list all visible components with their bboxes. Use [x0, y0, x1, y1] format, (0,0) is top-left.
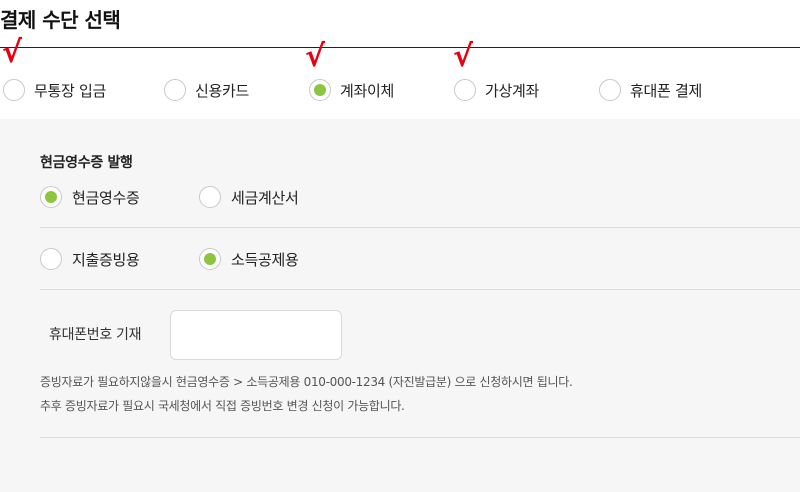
- annotation-check-mark: √: [305, 39, 326, 74]
- radio-expense-proof[interactable]: [40, 248, 62, 270]
- radio-mobile-payment[interactable]: [599, 79, 621, 101]
- radio-credit-card[interactable]: [164, 79, 186, 101]
- radio-label-credit-card[interactable]: 신용카드: [195, 80, 249, 101]
- annotation-check-mark: √: [2, 35, 23, 70]
- divider: [40, 227, 800, 228]
- radio-virtual-account[interactable]: [454, 79, 476, 101]
- radio-label-tax-invoice[interactable]: 세금계산서: [231, 187, 299, 208]
- radio-bank-deposit[interactable]: [3, 79, 25, 101]
- notice-text: 추후 증빙자료가 필요시 국세청에서 직접 증빙번호 변경 신청이 가능합니다.: [40, 399, 405, 413]
- title-divider: [0, 47, 800, 48]
- page-title: 결제 수단 선택: [0, 8, 121, 32]
- radio-label-account-transfer[interactable]: 계좌이체: [340, 80, 394, 101]
- radio-label-expense-proof[interactable]: 지출증빙용: [72, 249, 140, 270]
- radio-label-cash-receipt[interactable]: 현금영수증: [72, 187, 140, 208]
- radio-cash-receipt[interactable]: [40, 186, 62, 208]
- phone-number-label: 휴대폰번호 기재: [49, 327, 142, 343]
- radio-label-virtual-account[interactable]: 가상계좌: [485, 80, 539, 101]
- radio-label-mobile-payment[interactable]: 휴대폰 결제: [630, 80, 702, 101]
- annotation-check-mark: √: [453, 39, 474, 74]
- notice-text: 증빙자료가 필요하지않을시 현금영수증 > 소득공제용 010-000-1234…: [40, 375, 573, 389]
- radio-account-transfer[interactable]: [309, 79, 331, 101]
- divider: [40, 289, 800, 290]
- divider: [40, 437, 800, 438]
- radio-income-deduction[interactable]: [199, 248, 221, 270]
- phone-number-input[interactable]: [170, 310, 342, 360]
- radio-label-bank-deposit[interactable]: 무통장 입금: [34, 80, 106, 101]
- section-title: 현금영수증 발행: [40, 155, 133, 171]
- radio-label-income-deduction[interactable]: 소득공제용: [231, 249, 299, 270]
- radio-tax-invoice[interactable]: [199, 186, 221, 208]
